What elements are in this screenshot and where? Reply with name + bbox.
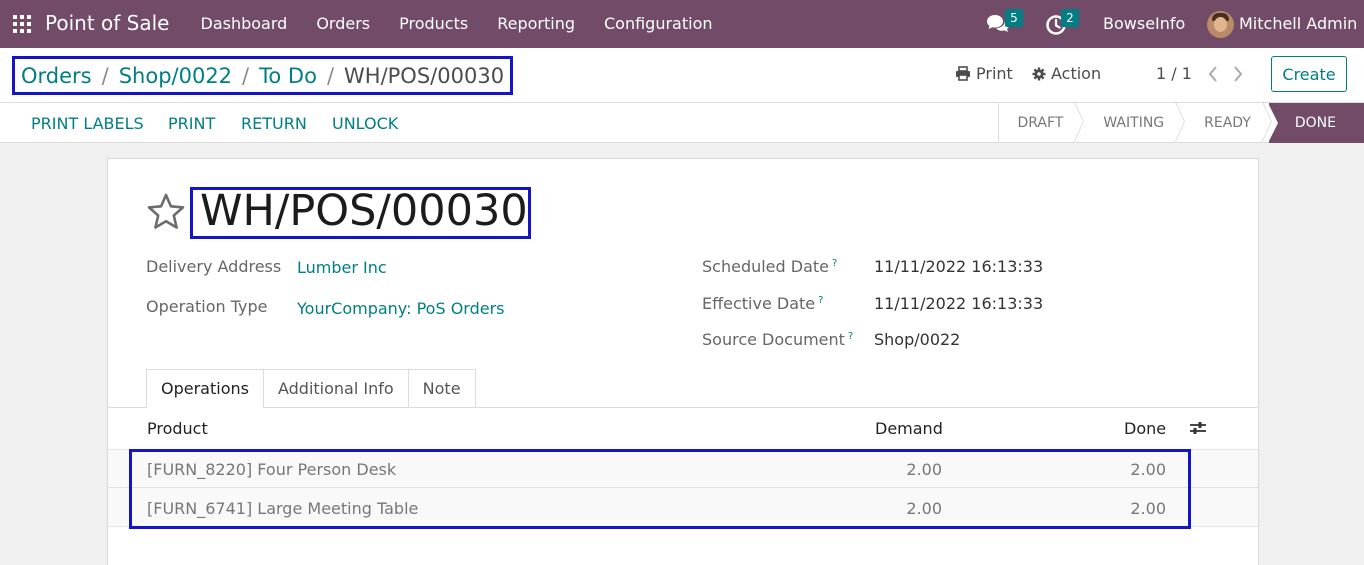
optional-columns-icon[interactable] [1189,420,1207,436]
print-button[interactable]: PRINT [168,114,215,133]
action-label: Action [1051,64,1102,83]
print-dropdown-button[interactable]: Print [955,64,1013,83]
breadcrumb-separator: / [101,63,109,88]
create-button[interactable]: Create [1271,56,1347,92]
breadcrumb-separator: / [242,63,250,88]
print-labels-button[interactable]: PRINT LABELS [31,114,144,133]
scheduled-date-value: 11/11/2022 16:13:33 [874,257,1044,276]
company-switcher[interactable]: BowseInfo [1103,14,1185,33]
record-title: WH/POS/00030 [200,186,528,236]
status-bar: PRINT LABELS PRINT RETURN UNLOCK DRAFT W… [0,103,1364,143]
menu-orders[interactable]: Orders [302,0,385,48]
operation-type-label: Operation Type [146,297,268,316]
breadcrumb-current: WH/POS/00030 [344,63,505,88]
chevron-left-icon[interactable] [1207,64,1219,84]
breadcrumb-orders[interactable]: Orders [21,64,92,88]
tab-note[interactable]: Note [408,369,476,408]
delivery-address-value[interactable]: Lumber Inc [297,258,387,277]
activities-badge: 2 [1061,9,1079,27]
chevron-right-icon[interactable] [1232,64,1244,84]
menu-products[interactable]: Products [385,0,483,48]
delivery-address-label: Delivery Address [146,257,282,276]
printer-icon [956,66,970,81]
help-tooltip-icon[interactable]: ? [832,258,837,269]
tab-operations[interactable]: Operations [146,369,264,408]
breadcrumb-separator: / [326,63,335,88]
return-button[interactable]: RETURN [241,114,307,133]
breadcrumb-shop-order[interactable]: Shop/0022 [119,64,232,88]
menu-configuration[interactable]: Configuration [590,0,728,48]
menu-dashboard[interactable]: Dashboard [186,0,302,48]
stage-done: DONE [1267,103,1364,143]
main-menu: Dashboard Orders Products Reporting Conf… [186,0,727,48]
breadcrumb: Orders / Shop/0022 / To Do / WH/POS/0003… [12,56,514,95]
tab-additional-info[interactable]: Additional Info [263,369,409,408]
source-document-value: Shop/0022 [874,330,961,349]
top-navbar: Point of Sale Dashboard Orders Products … [0,0,1364,48]
rows-highlight-box [129,449,1191,529]
control-panel: Orders / Shop/0022 / To Do / WH/POS/0003… [0,48,1364,103]
breadcrumb-to-do[interactable]: To Do [259,64,317,88]
help-tooltip-icon[interactable]: ? [818,295,823,306]
print-label: Print [976,64,1013,83]
stage-pipeline: DRAFT WAITING READY DONE [998,103,1364,143]
source-document-label: Source Document? [702,330,854,349]
menu-reporting[interactable]: Reporting [483,0,590,48]
column-product[interactable]: Product [147,419,208,438]
stage-ready: READY [1182,103,1269,143]
gear-icon [1032,67,1046,80]
apps-menu-icon[interactable] [13,15,31,33]
user-avatar[interactable] [1207,11,1234,38]
unlock-button[interactable]: UNLOCK [332,114,398,133]
help-tooltip-icon[interactable]: ? [848,331,853,342]
stage-draft: DRAFT [999,103,1081,143]
action-dropdown-button[interactable]: Action [1032,64,1101,83]
star-icon[interactable] [146,192,186,232]
column-done[interactable]: Done [1124,419,1166,438]
stage-waiting: WAITING [1081,103,1182,143]
app-name[interactable]: Point of Sale [45,11,169,35]
effective-date-value: 11/11/2022 16:13:33 [874,294,1044,313]
scheduled-date-label: Scheduled Date? [702,257,838,276]
user-menu[interactable]: Mitchell Admin [1239,14,1357,33]
effective-date-label: Effective Date? [702,294,824,313]
column-demand[interactable]: Demand [875,419,943,438]
messages-badge: 5 [1005,9,1023,27]
operation-type-value[interactable]: YourCompany: PoS Orders [297,299,505,318]
notebook-tabs: Operations Additional Info Note [146,369,476,408]
pager-value[interactable]: 1 / 1 [1156,64,1192,83]
